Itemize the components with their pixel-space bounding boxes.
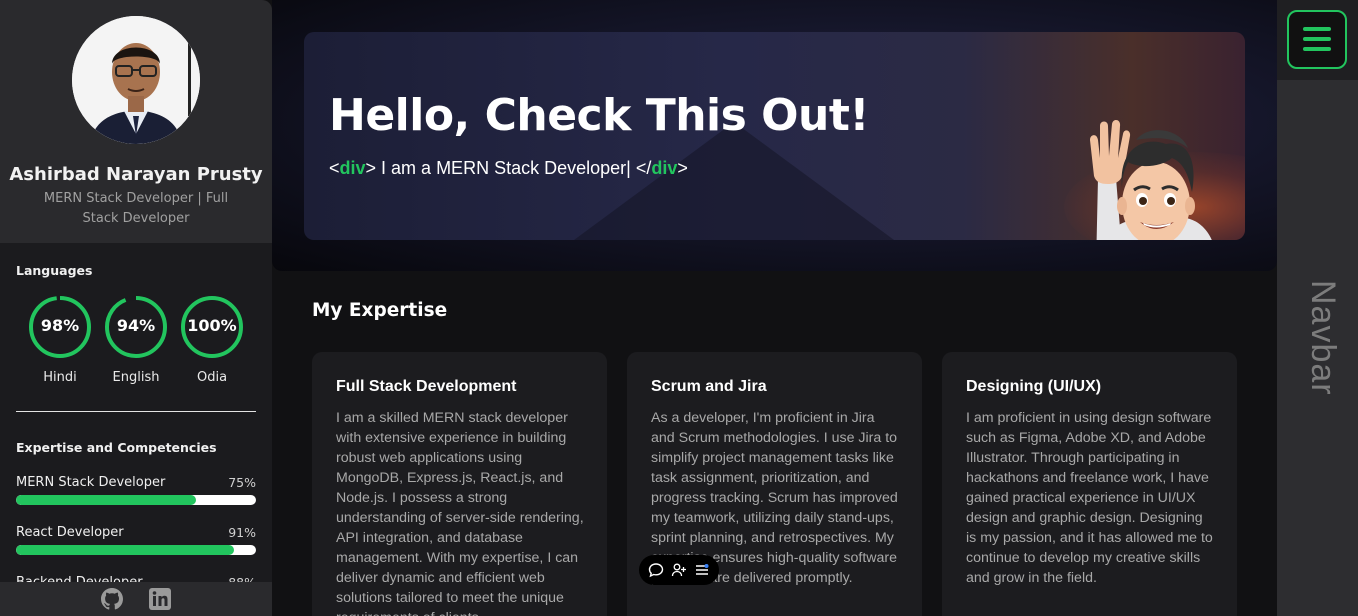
language-ring-value: 100% (187, 316, 237, 335)
skill-label: React Developer (16, 525, 124, 540)
linkedin-icon[interactable] (148, 587, 172, 611)
skill-percent: 75% (228, 475, 256, 490)
profile-name: Ashirbad Narayan Prusty (9, 164, 263, 185)
floating-toolbar (639, 555, 719, 585)
tag-bracket: < (329, 158, 340, 178)
card-body: I am proficient in using design software… (966, 410, 1213, 586)
skill-percent: 91% (228, 525, 256, 540)
chat-bubble-icon[interactable] (648, 562, 664, 578)
tag-name: div (651, 158, 678, 178)
language-ring-value: 98% (40, 316, 80, 335)
card-title: Full Stack Development (336, 378, 517, 395)
page: Ashirbad Narayan Prusty MERN Stack Devel… (0, 0, 1358, 616)
skill-progress-bar (16, 495, 256, 505)
avatar (72, 16, 200, 144)
divider (16, 411, 256, 412)
waving-memoji-icon (1090, 120, 1212, 240)
expertise-card-design: Designing (UI/UX) I am proficient in usi… (942, 352, 1237, 616)
navbar-header (1277, 0, 1358, 80)
tag-name: div (339, 158, 366, 178)
expertise-heading: My Expertise (312, 300, 448, 321)
tag-bracket: </ (635, 158, 652, 178)
skill-progress-fill (16, 545, 235, 555)
hero-typing-text: <div> I am a MERN Stack Developer| </div… (329, 158, 688, 179)
navbar-label-text: Navbar (1304, 280, 1342, 396)
sidebar: Ashirbad Narayan Prusty MERN Stack Devel… (0, 0, 272, 616)
hero-banner: Hello, Check This Out! <div> I am a MERN… (304, 32, 1245, 240)
tag-bracket: > (677, 158, 688, 178)
menu-list-icon[interactable] (694, 562, 710, 578)
social-links (0, 582, 272, 616)
add-user-icon[interactable] (671, 562, 687, 578)
navbar-label: Navbar (1303, 280, 1342, 410)
skill-react: React Developer 91% (16, 525, 256, 559)
expertise-card-fullstack: Full Stack Development I am a skilled ME… (312, 352, 607, 616)
profile-card: Ashirbad Narayan Prusty MERN Stack Devel… (0, 0, 272, 243)
skill-progress-bar (16, 545, 256, 555)
language-label-english: English (112, 370, 160, 385)
github-icon[interactable] (100, 587, 124, 611)
typing-text: I am a MERN Stack Developer| (376, 158, 636, 178)
tag-bracket: > (365, 158, 377, 178)
hero-title: Hello, Check This Out! (329, 90, 869, 141)
main-content: Hello, Check This Out! <div> I am a MERN… (272, 0, 1277, 616)
card-title: Scrum and Jira (651, 378, 767, 395)
language-label-odia: Odia (196, 370, 228, 385)
language-ring-hindi: 98% (28, 295, 92, 359)
language-ring-english: 94% (104, 295, 168, 359)
skill-label: MERN Stack Developer (16, 475, 166, 490)
languages-heading: Languages (16, 263, 93, 278)
language-label-hindi: Hindi (43, 370, 77, 385)
hero-section: Hello, Check This Out! <div> I am a MERN… (272, 0, 1277, 271)
skill-progress-fill (16, 495, 196, 505)
card-body: I am a skilled MERN stack developer with… (336, 410, 584, 616)
profile-photo (72, 16, 200, 144)
skill-mern: MERN Stack Developer 75% (16, 475, 256, 509)
hamburger-menu-button[interactable] (1287, 10, 1347, 69)
profile-title: MERN Stack Developer | Full Stack Develo… (43, 191, 229, 226)
language-ring-value: 94% (116, 316, 156, 335)
navbar: Navbar (1277, 0, 1358, 616)
card-title: Designing (UI/UX) (966, 378, 1102, 395)
language-ring-odia: 100% (180, 295, 244, 359)
skills-heading: Expertise and Competencies (16, 440, 217, 455)
